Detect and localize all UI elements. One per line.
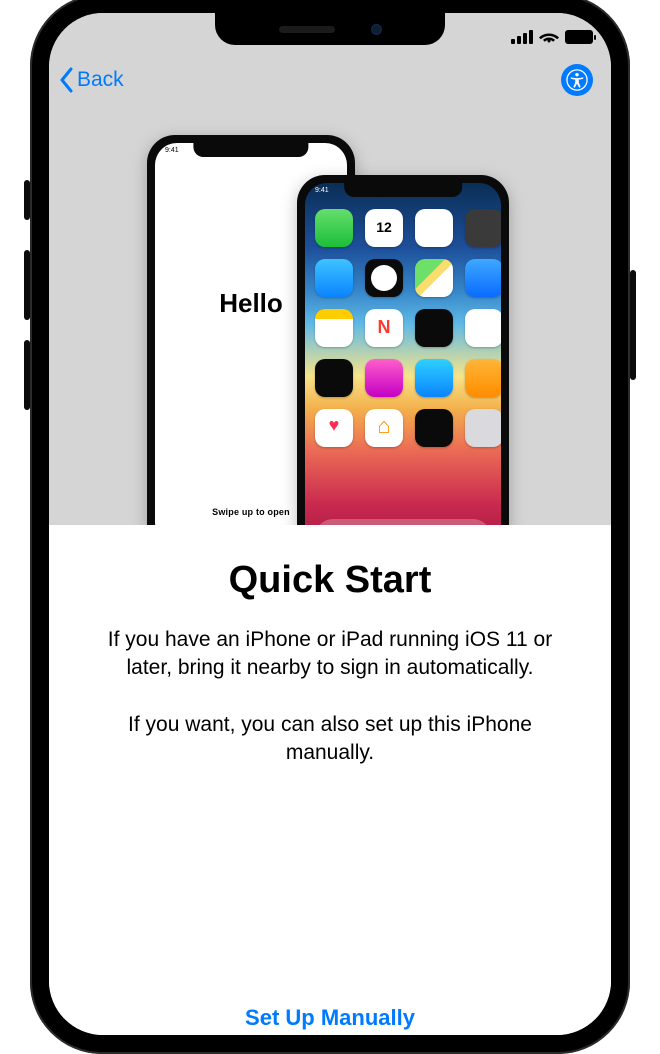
- battery-icon: [565, 30, 593, 44]
- app-icon: [365, 359, 403, 397]
- app-icon: [465, 359, 501, 397]
- chevron-left-icon: [59, 67, 75, 93]
- page-title: Quick Start: [85, 559, 575, 602]
- app-icon: [315, 359, 353, 397]
- wifi-icon: [539, 30, 559, 44]
- back-button[interactable]: Back: [59, 67, 124, 93]
- device-front-camera: [371, 24, 382, 35]
- app-icon: [365, 409, 403, 447]
- app-icon: [415, 259, 453, 297]
- app-icon: [415, 209, 453, 247]
- hero-illustration: Back 9:41 Hello Swipe up to open: [49, 13, 611, 525]
- nav-bar: Back: [49, 57, 611, 103]
- app-icon: [465, 409, 501, 447]
- device-screen: Back 9:41 Hello Swipe up to open: [49, 13, 611, 1035]
- body-paragraph-1: If you have an iPhone or iPad running iO…: [85, 626, 575, 683]
- cellular-icon: [511, 30, 533, 44]
- app-icon: [315, 409, 353, 447]
- app-icon: [365, 309, 403, 347]
- accessibility-icon: [566, 69, 588, 91]
- app-icon: [415, 309, 453, 347]
- device-frame: Back 9:41 Hello Swipe up to open: [30, 0, 630, 1054]
- app-icon: [315, 259, 353, 297]
- accessibility-button[interactable]: [561, 64, 593, 96]
- body-paragraph-2: If you want, you can also set up this iP…: [85, 711, 575, 768]
- app-icon: [365, 209, 403, 247]
- set-up-manually-button[interactable]: Set Up Manually: [49, 1005, 611, 1031]
- app-icon: [315, 209, 353, 247]
- device-notch: [215, 13, 445, 45]
- app-icon: [315, 309, 353, 347]
- app-icon: [465, 309, 501, 347]
- app-icon: [415, 409, 453, 447]
- back-label: Back: [77, 68, 124, 92]
- content-sheet: Quick Start If you have an iPhone or iPa…: [49, 525, 611, 1035]
- app-icon: [465, 209, 501, 247]
- app-icon: [365, 259, 403, 297]
- app-icon: [415, 359, 453, 397]
- status-bar: [511, 19, 593, 55]
- device-side-button: [630, 270, 636, 380]
- illustration-new-phone-time: 9:41: [165, 147, 179, 154]
- illustration-app-grid: [315, 209, 491, 447]
- app-icon: [465, 259, 501, 297]
- illustration-old-phone-time: 9:41: [315, 187, 329, 194]
- device-speaker: [279, 26, 335, 33]
